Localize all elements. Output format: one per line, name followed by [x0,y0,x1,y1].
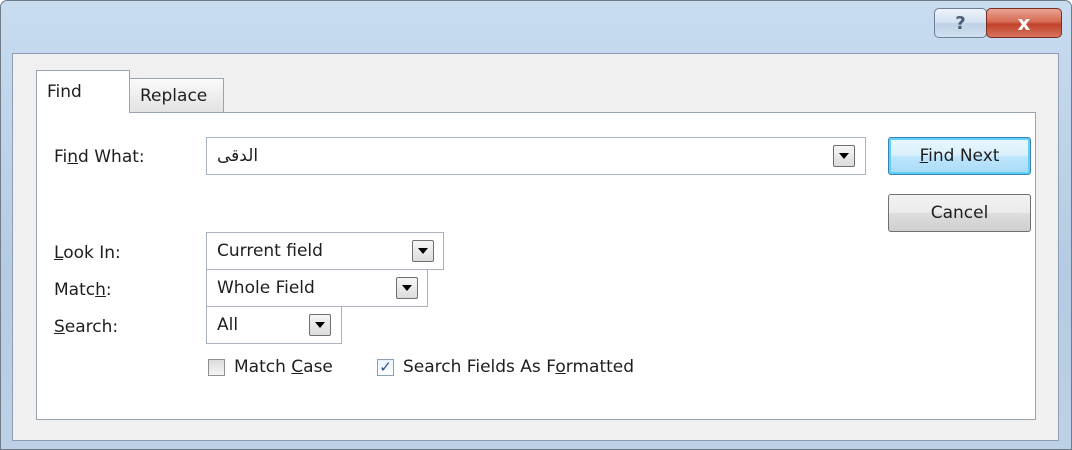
look-in-dropdown-button[interactable] [412,240,434,262]
look-in-value: Current field [217,241,323,261]
match-label-text: Matc [54,280,96,300]
match-accesskey: h [95,280,106,300]
match-case-text: Match [234,357,292,377]
match-case-label: Match Case [234,357,333,377]
find-what-label-text: Fi [54,147,68,167]
tab-find-label: Find [47,82,82,102]
tab-find[interactable]: Find [36,70,130,113]
help-icon: ? [955,12,966,34]
look-in-label: Look In: [54,243,121,263]
find-replace-dialog: ? x Find Replace Find What: الدقى Look I… [0,0,1072,450]
chevron-down-icon [839,153,849,159]
checkmark-icon: ✓ [379,357,392,376]
look-in-select[interactable]: Current field [206,232,444,270]
look-in-accesskey: L [54,243,64,263]
chevron-down-icon [402,285,412,291]
match-case-option[interactable]: Match Case [208,357,333,377]
search-formatted-accesskey: o [555,357,566,377]
search-formatted-option[interactable]: ✓ Search Fields As Formatted [377,357,634,377]
find-what-dropdown-button[interactable] [833,145,855,167]
search-select[interactable]: All [206,306,342,344]
match-case-checkbox[interactable] [208,358,225,376]
search-formatted-text: Search Fields As F [403,357,556,377]
find-panel: Find What: الدقى Look In: Current field … [36,112,1036,420]
close-icon: x [1017,11,1031,35]
cancel-button[interactable]: Cancel [888,194,1031,232]
find-next-text: ind Next [928,146,1000,166]
find-next-button[interactable]: Find Next [888,137,1031,175]
match-value: Whole Field [217,278,315,298]
find-what-label: Find What: [54,147,145,167]
search-formatted-text-rest: rmatted [565,357,635,377]
tab-replace[interactable]: Replace [129,78,224,113]
cancel-label: Cancel [930,203,989,223]
find-next-label: Find Next [920,146,1000,166]
find-what-accesskey: n [67,147,79,167]
chevron-down-icon [418,248,428,254]
search-accesskey: S [54,317,65,337]
match-select[interactable]: Whole Field [206,269,428,307]
find-what-input[interactable]: الدقى [207,146,865,166]
search-formatted-label: Search Fields As Formatted [403,357,634,377]
find-what-label-text-rest: d What: [78,147,145,167]
search-formatted-checkbox[interactable]: ✓ [377,357,394,376]
look-in-label-text: ook In: [63,243,121,263]
tab-replace-label: Replace [140,86,208,106]
dialog-body: Find Replace Find What: الدقى Look In: C… [12,53,1059,441]
title-bar[interactable]: ? x [1,1,1071,53]
find-what-combobox[interactable]: الدقى [206,137,866,175]
close-button[interactable]: x [986,8,1062,38]
help-button[interactable]: ? [934,8,987,38]
match-label-text-rest: : [105,280,112,300]
match-dropdown-button[interactable] [396,277,418,299]
find-next-accesskey: F [919,146,929,166]
search-label: Search: [54,317,118,337]
chevron-down-icon [315,322,325,328]
search-dropdown-button[interactable] [309,314,331,336]
search-label-text: earch: [64,317,119,337]
match-case-text-rest: ase [303,357,333,377]
match-case-accesskey: C [291,357,304,377]
match-label: Match: [54,280,112,300]
